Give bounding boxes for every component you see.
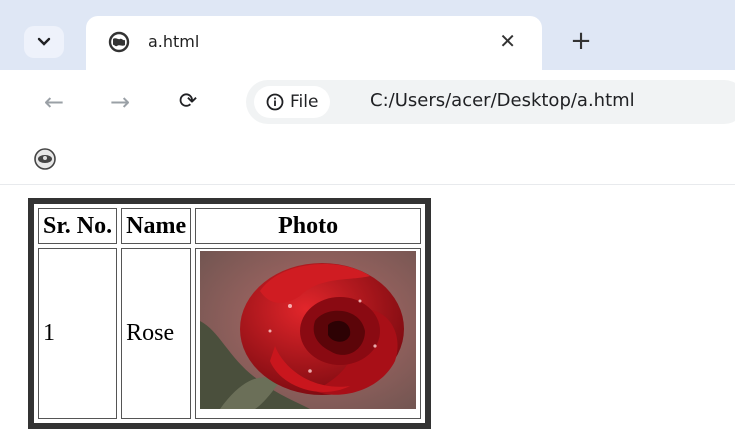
bookmarks-bar (0, 136, 735, 185)
cell-name: Rose (121, 248, 192, 419)
tab-a-html[interactable]: a.html ✕ (86, 16, 542, 70)
table-row: 1 Rose (38, 248, 422, 419)
tab-search-button[interactable] (24, 26, 64, 58)
table-header-row: Sr. No. Name Photo (38, 208, 422, 244)
close-tab-icon[interactable]: ✕ (499, 29, 516, 53)
address-bar[interactable]: File C:/Users/acer/Desktop/a.html (246, 80, 735, 124)
site-info-chip[interactable]: File (254, 86, 331, 118)
header-sr-no: Sr. No. (38, 208, 118, 244)
page-content: Sr. No. Name Photo 1 Rose (0, 185, 735, 429)
tab-strip: a.html ✕ + (0, 0, 735, 70)
tab-title: a.html (148, 32, 200, 51)
flower-table: Sr. No. Name Photo 1 Rose (28, 198, 432, 429)
rose-image (200, 251, 417, 409)
bookmark-favicon-icon[interactable] (32, 146, 58, 172)
header-photo: Photo (195, 208, 422, 244)
cell-photo (195, 248, 422, 419)
cell-sr-no: 1 (38, 248, 118, 419)
url-text[interactable]: C:/Users/acer/Desktop/a.html (370, 90, 635, 111)
site-chip-label: File (290, 92, 319, 112)
chevron-down-icon (37, 37, 51, 46)
reload-icon[interactable]: ⟳ (172, 86, 204, 118)
new-tab-icon[interactable]: + (566, 26, 596, 56)
info-icon (266, 93, 284, 111)
forward-arrow-icon[interactable]: → (104, 86, 136, 118)
browser-toolbar: ← → ⟳ File C:/Users/acer/Desktop/a.html (0, 70, 735, 136)
globe-icon (108, 31, 130, 53)
header-name: Name (121, 208, 192, 244)
back-arrow-icon[interactable]: ← (38, 86, 70, 118)
